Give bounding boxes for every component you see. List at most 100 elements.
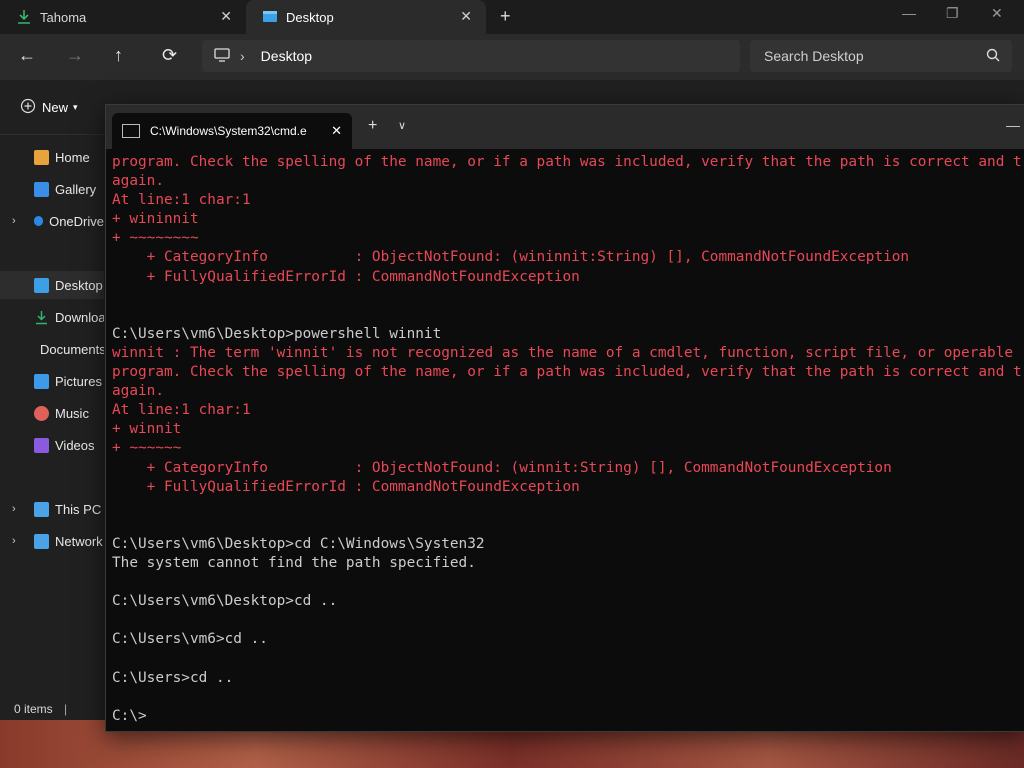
sidebar-item-documents[interactable]: Documents [0, 335, 104, 363]
download-icon [34, 310, 49, 325]
breadcrumb[interactable]: Desktop [261, 48, 312, 64]
terminal-line: + CategoryInfo : ObjectNotFound: (wininn… [112, 249, 910, 266]
terminal-line: C:\Users\vm6\Desktop>cd C:\Windows\Syste… [112, 535, 485, 552]
sidebar-item-desktop[interactable]: Desktop [0, 271, 104, 299]
search-placeholder: Search Desktop [764, 48, 864, 64]
chevron-right-icon: › [240, 48, 245, 64]
chevron-right-icon[interactable]: › [12, 535, 16, 547]
terminal-tab[interactable]: C:\Windows\System32\cmd.e ✕ [112, 113, 352, 149]
search-input[interactable]: Search Desktop [750, 40, 1012, 72]
chevron-down-icon[interactable]: ∨ [398, 119, 406, 132]
forward-button[interactable]: → [66, 45, 84, 66]
terminal-line: C:\Users\vm6>cd .. [112, 631, 268, 648]
desktop-icon [34, 277, 49, 293]
sidebar-item-this-pc[interactable]: › This PC [0, 495, 104, 523]
terminal-tab-title: C:\Windows\System32\cmd.e [150, 124, 307, 138]
terminal-line: The system cannot find the path specifie… [112, 554, 476, 571]
download-icon [16, 9, 32, 25]
new-label: New [42, 100, 69, 115]
sidebar-item-music[interactable]: Music [0, 399, 104, 427]
sidebar-item-pictures[interactable]: Pictures [0, 367, 104, 395]
up-button[interactable]: ↑ [114, 45, 123, 66]
sidebar-item-downloads[interactable]: Downloads [0, 303, 104, 331]
sidebar-item-onedrive[interactable]: › OneDrive [0, 207, 104, 235]
home-icon [34, 149, 49, 165]
music-icon [34, 405, 49, 421]
sidebar-item-videos[interactable]: Videos [0, 431, 104, 459]
sidebar-item-label: Videos [55, 437, 95, 453]
tab-desktop[interactable]: Desktop ✕ [246, 0, 486, 34]
terminal-line: At line:1 char:1 [112, 402, 251, 419]
videos-icon [34, 437, 49, 453]
terminal-line: program. Check the spelling of the name,… [112, 364, 1024, 381]
explorer-tab-bar: Tahoma ✕ Desktop ✕ + — ❐ ✕ [0, 0, 1024, 34]
terminal-line: + CategoryInfo : ObjectNotFound: (winnit… [112, 459, 892, 476]
tab-tahoma[interactable]: Tahoma ✕ [0, 0, 244, 34]
chevron-right-icon[interactable]: › [12, 215, 16, 227]
sidebar-item-label: Music [55, 405, 89, 421]
terminal-line: winnit : The term 'winnit' is not recogn… [112, 344, 1014, 361]
terminal-line: + FullyQualifiedErrorId : CommandNotFoun… [112, 478, 580, 495]
navigation-pane: Home Gallery › OneDrive Desktop Downloa d… [0, 135, 104, 695]
back-button[interactable]: ← [18, 45, 36, 66]
cmd-icon [122, 124, 140, 138]
cloud-icon [34, 216, 44, 226]
status-bar-item-count: 0 items | [14, 702, 67, 716]
sidebar-item-label: Gallery [55, 181, 97, 197]
tab-label: Tahoma [40, 9, 87, 25]
minimize-button[interactable]: — [1006, 117, 1020, 133]
sidebar-item-network[interactable]: › Network [0, 527, 104, 555]
sidebar-item-label: Desktop [55, 277, 103, 293]
close-window-button[interactable]: ✕ [991, 5, 1003, 22]
status-divider: | [64, 702, 68, 716]
terminal-window[interactable]: C:\Windows\System32\cmd.e ✕ + ∨ — progra… [105, 104, 1024, 732]
sidebar-item-label: Documents [40, 341, 104, 357]
sidebar-item-home[interactable]: Home [0, 143, 104, 171]
sidebar-item-label: Home [55, 149, 90, 165]
minimize-button[interactable]: — [902, 5, 916, 21]
computer-icon [34, 501, 49, 517]
sidebar-item-label: Pictures [55, 373, 102, 389]
chevron-down-icon: ▾ [73, 102, 78, 112]
terminal-line: C:\Users\vm6\Desktop>powershell winnit [112, 325, 442, 342]
terminal-line: + FullyQualifiedErrorId : CommandNotFoun… [112, 268, 580, 285]
search-icon [986, 48, 1000, 65]
refresh-button[interactable]: ⟳ [162, 45, 177, 66]
desktop-icon [262, 9, 278, 25]
terminal-title-bar: C:\Windows\System32\cmd.e ✕ + ∨ — [106, 105, 1024, 149]
close-icon[interactable]: ✕ [331, 123, 342, 139]
tab-label: Desktop [286, 9, 334, 25]
new-button[interactable]: New ▾ [20, 98, 78, 117]
terminal-line: At line:1 char:1 [112, 192, 251, 209]
terminal-line: again. [112, 383, 164, 400]
new-tab-button[interactable]: + [500, 6, 511, 27]
pictures-icon [34, 373, 49, 389]
address-bar-row: ← → ↑ ⟳ › Desktop Search Desktop [0, 34, 1024, 80]
terminal-output[interactable]: program. Check the spelling of the name,… [112, 153, 1024, 729]
terminal-line: + wininnit [112, 211, 199, 228]
close-icon[interactable]: ✕ [460, 8, 472, 25]
terminal-line: again. [112, 173, 164, 190]
chevron-right-icon[interactable]: › [12, 503, 16, 515]
item-count: 0 items [14, 702, 53, 716]
new-tab-button[interactable]: + [368, 117, 377, 135]
plus-circle-icon [20, 98, 36, 117]
close-icon[interactable]: ✕ [220, 8, 232, 25]
terminal-line: + ~~~~~~ [112, 440, 182, 457]
sidebar-item-label: OneDrive [49, 213, 104, 229]
maximize-button[interactable]: ❐ [946, 5, 959, 22]
gallery-icon [34, 181, 49, 197]
sidebar-item-gallery[interactable]: Gallery [0, 175, 104, 203]
terminal-line: + ~~~~~~~~ [112, 230, 199, 247]
address-field[interactable]: › Desktop [202, 40, 740, 72]
terminal-line: + winnit [112, 421, 182, 438]
network-icon [34, 533, 49, 549]
terminal-line: C:\> [112, 707, 147, 724]
